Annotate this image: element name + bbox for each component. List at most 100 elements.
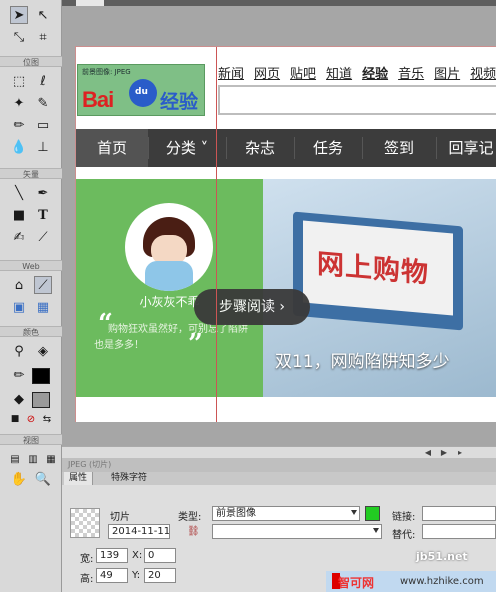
user-card: 小灰灰不乖 “ 购物狂欢虽然好，可别忘了陷阱也是多多！ ” (76, 179, 263, 397)
eyedropper-icon[interactable]: ⚲ (10, 342, 28, 360)
canvas-image[interactable]: 前景图像: JPEG Bai du 经验 新闻 网页 贴吧 知道 经验 音乐 图片 视频 首页… (75, 46, 496, 422)
close-quote-icon: ” (188, 329, 203, 359)
type-select-value: 前景图像 (216, 508, 256, 519)
height-label: 高: (80, 574, 94, 585)
nav-item[interactable]: 分类 ˅ (148, 129, 226, 167)
paint-bucket-icon[interactable]: ◈ (34, 342, 52, 360)
tab-special-chars-label: 特殊字符 (111, 473, 148, 483)
top-links: 新闻 网页 贴吧 知道 经验 音乐 图片 视频 (218, 63, 496, 82)
top-link[interactable]: 经验 (362, 63, 388, 82)
slice-color-swatch[interactable] (365, 506, 380, 521)
nav-bar: 首页 分类 ˅ 杂志 任务 签到 回享记 (76, 129, 496, 167)
target-select[interactable] (212, 524, 382, 539)
blur-icon[interactable]: 💧 (10, 138, 28, 156)
top-link[interactable]: 知道 (326, 63, 352, 82)
type-select[interactable]: 前景图像 (212, 506, 360, 521)
pen-icon[interactable]: ✒ (34, 184, 52, 202)
foreground-image-slice[interactable]: 前景图像: JPEG Bai du 经验 (77, 64, 205, 116)
scale-icon[interactable]: ⤡ (10, 28, 28, 46)
swap-colors-icon[interactable]: ⇆ (38, 410, 56, 428)
height-field[interactable]: 49 (96, 568, 128, 583)
text-icon[interactable]: T (34, 206, 52, 224)
width-field[interactable]: 139 (96, 548, 128, 563)
link-field[interactable] (422, 506, 496, 521)
knife-icon[interactable]: ⟋ (34, 228, 52, 246)
search-input[interactable] (218, 85, 496, 115)
stroke-color-swatch[interactable] (32, 368, 50, 384)
rubber-stamp-icon[interactable]: ⊥ (34, 138, 52, 156)
show-slices-icon[interactable]: ▦ (34, 298, 52, 316)
top-link[interactable]: 贴吧 (290, 63, 316, 82)
top-link[interactable]: 网页 (254, 63, 280, 82)
scroll-end-icon[interactable]: ▸ (454, 447, 466, 458)
freeform-icon[interactable]: ✍ (10, 228, 28, 246)
hide-slices-icon[interactable]: ▣ (10, 298, 28, 316)
line-icon[interactable]: ╲ (10, 184, 28, 202)
crop-icon[interactable]: ⌗ (34, 28, 52, 46)
tab-properties[interactable]: 属性 (64, 472, 94, 485)
marquee-icon[interactable]: ⬚ (10, 72, 28, 90)
lasso-icon[interactable]: ℓ (34, 72, 52, 90)
tools-section-vector: 矢量 (0, 168, 62, 179)
alt-label: 替代: (392, 530, 416, 541)
top-link[interactable]: 视频 (470, 63, 496, 82)
nav-item[interactable]: 任务 (294, 129, 362, 167)
y-label: Y: (132, 570, 141, 581)
slice-icon[interactable]: ⟋ (34, 276, 52, 294)
x-field[interactable]: 0 (144, 548, 176, 563)
x-label: X: (132, 550, 143, 561)
fireworks-window: ➤ ↖ ⤡ ⌗ 位图 ⬚ ℓ ✦ ✎ ✏ ▭ 💧 ⊥ 矢量 ╲ ✒ ■ T ✍ … (0, 0, 496, 592)
pencil-icon[interactable]: ✏ (10, 116, 28, 134)
canvas-area[interactable]: 前景图像: JPEG Bai du 经验 新闻 网页 贴吧 知道 经验 音乐 图片 视频 首页… (62, 6, 496, 446)
tools-section-web: Web (0, 260, 62, 271)
chevron-down-icon (373, 528, 379, 533)
brush-icon[interactable]: ✎ (34, 94, 52, 112)
monitor-illustration: 网上购物 (293, 211, 463, 331)
rectangle-icon[interactable]: ■ (10, 206, 28, 224)
nav-separator (226, 137, 227, 159)
watermark-logo: 智可网 (338, 576, 375, 590)
hand-icon[interactable]: ✋ (10, 470, 28, 488)
stroke-color-icon[interactable]: ✏ (10, 366, 28, 384)
full-screen-menus-icon[interactable]: ▥ (24, 450, 42, 468)
pointer-icon[interactable]: ➤ (10, 6, 28, 24)
zoom-icon[interactable]: 🔍 (34, 470, 52, 488)
alt-field[interactable] (422, 524, 496, 539)
fill-color-swatch[interactable] (32, 392, 50, 408)
nav-separator (362, 137, 363, 159)
fill-color-icon[interactable]: ◆ (10, 390, 28, 408)
monitor-text: 网上购物 (317, 248, 429, 290)
horizontal-scrollbar[interactable]: ◀ ▶ ▸ (62, 446, 496, 458)
subselect-icon[interactable]: ↖ (34, 6, 52, 24)
eraser-icon[interactable]: ▭ (34, 116, 52, 134)
top-link[interactable]: 图片 (434, 63, 460, 82)
magic-wand-icon[interactable]: ✦ (10, 94, 28, 112)
avatar (125, 203, 213, 291)
top-link[interactable]: 音乐 (398, 63, 424, 82)
watermark-url: www.hzhike.com (400, 576, 484, 587)
hotspot-icon[interactable]: ⌂ (10, 276, 28, 294)
user-quote: 购物狂欢虽然好，可别忘了陷阱也是多多！ (94, 322, 254, 354)
tools-panel: ➤ ↖ ⤡ ⌗ 位图 ⬚ ℓ ✦ ✎ ✏ ▭ 💧 ⊥ 矢量 ╲ ✒ ■ T ✍ … (0, 0, 62, 592)
chevron-down-icon (351, 510, 357, 515)
logo-du-text: du (135, 87, 148, 97)
slice-thumbnail (70, 508, 100, 538)
top-link[interactable]: 新闻 (218, 63, 244, 82)
slice-name-field[interactable]: 2014-11-11_ (108, 524, 170, 539)
nav-item[interactable]: 回享记 (436, 129, 496, 167)
full-screen-icon[interactable]: ▦ (42, 450, 60, 468)
scroll-right-icon[interactable]: ▶ (438, 447, 450, 458)
tab-special-chars[interactable]: 特殊字符 (106, 472, 152, 485)
nav-item[interactable]: 首页 (76, 129, 148, 167)
nav-item[interactable]: 杂志 (226, 129, 294, 167)
watermark-jb51: jb51.net (416, 550, 468, 563)
step-read-button[interactable]: 步骤阅读 › (194, 289, 310, 325)
y-field[interactable]: 20 (144, 568, 176, 583)
logo-jingyan-text: 经验 (160, 91, 199, 113)
scroll-left-icon[interactable]: ◀ (422, 447, 434, 458)
nav-separator (436, 137, 437, 159)
type-label: 类型: (178, 512, 202, 523)
nav-separator (294, 137, 295, 159)
standard-screen-icon[interactable]: ▤ (6, 450, 24, 468)
nav-item[interactable]: 签到 (362, 129, 436, 167)
